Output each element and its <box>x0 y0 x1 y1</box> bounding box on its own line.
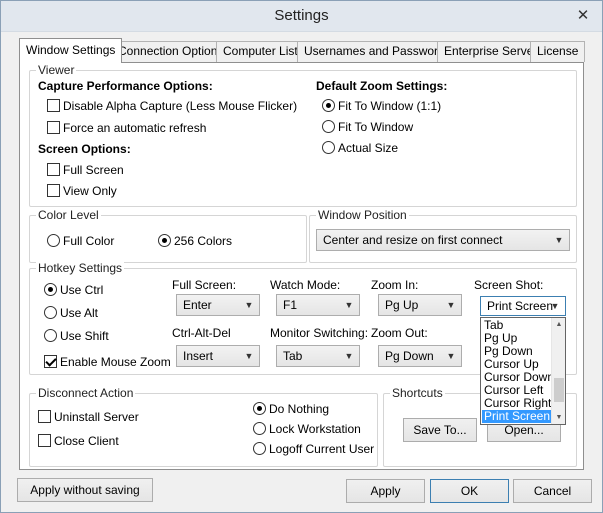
window-position-select[interactable]: Center and resize on first connect ▼ <box>316 229 570 251</box>
fit-to-window-1-1-radio[interactable] <box>322 99 335 112</box>
tab-license[interactable]: License <box>530 41 586 62</box>
screen-options-heading: Screen Options: <box>38 142 131 156</box>
ctrl-alt-del-value: Insert <box>183 349 214 363</box>
256-colors-radio[interactable] <box>158 234 171 247</box>
monitor-switching-label: Monitor Switching: <box>270 326 369 340</box>
watch-mode-label: Watch Mode: <box>270 278 341 292</box>
hotkey-settings-group-label: Hotkey Settings <box>36 261 125 275</box>
apply-without-saving-button[interactable]: Apply without saving <box>17 478 153 502</box>
full-color-radio[interactable] <box>47 234 60 247</box>
chevron-down-icon: ▼ <box>244 300 254 310</box>
chevron-down-icon: ▼ <box>344 351 354 361</box>
scrollbar-thumb[interactable] <box>554 378 564 402</box>
256-colors-label: 256 Colors <box>174 234 233 248</box>
uninstall-server-label: Uninstall Server <box>54 410 139 424</box>
use-ctrl-label: Use Ctrl <box>60 283 104 297</box>
cancel-button[interactable]: Cancel <box>513 479 592 503</box>
lock-workstation-label: Lock Workstation <box>269 422 361 436</box>
use-shift-radio[interactable] <box>44 329 57 342</box>
disable-alpha-capture-label: Disable Alpha Capture (Less Mouse Flicke… <box>63 99 298 113</box>
ok-button[interactable]: OK <box>430 479 509 503</box>
disable-alpha-capture-checkbox[interactable] <box>47 99 60 112</box>
save-to-button[interactable]: Save To... <box>403 418 477 442</box>
screen-shot-dropdown-list[interactable]: Tab Pg Up Pg Down Cursor Up Cursor Down … <box>480 317 566 425</box>
monitor-switching-select[interactable]: Tab ▼ <box>276 345 360 367</box>
screen-shot-select[interactable]: Print Screen ▼ <box>480 296 566 316</box>
zoom-in-select[interactable]: Pg Up ▼ <box>378 294 462 316</box>
zoom-in-label: Zoom In: <box>371 278 419 292</box>
full-screen-checkbox[interactable] <box>47 163 60 176</box>
window-position-group-label: Window Position <box>316 208 409 222</box>
close-client-label: Close Client <box>54 434 119 448</box>
window-title: Settings <box>274 7 329 24</box>
use-alt-label: Use Alt <box>60 306 99 320</box>
full-color-label: Full Color <box>63 234 115 248</box>
color-level-group-label: Color Level <box>36 208 101 222</box>
view-only-checkbox[interactable] <box>47 184 60 197</box>
full-screen-hotkey-label: Full Screen: <box>172 278 237 292</box>
chevron-down-icon: ▼ <box>550 301 560 311</box>
full-screen-hotkey-value: Enter <box>183 298 212 312</box>
ctrl-alt-del-label: Ctrl-Alt-Del <box>172 326 231 340</box>
lock-workstation-radio[interactable] <box>253 422 266 435</box>
actual-size-label: Actual Size <box>338 141 399 155</box>
use-ctrl-radio[interactable] <box>44 283 57 296</box>
chevron-down-icon: ▼ <box>244 351 254 361</box>
actual-size-radio[interactable] <box>322 141 335 154</box>
chevron-down-icon: ▼ <box>446 351 456 361</box>
viewer-group-label: Viewer <box>36 63 77 77</box>
do-nothing-radio[interactable] <box>253 402 266 415</box>
capture-performance-heading: Capture Performance Options: <box>38 79 213 93</box>
tab-window-settings[interactable]: Window Settings <box>19 38 123 63</box>
use-shift-label: Use Shift <box>60 329 109 343</box>
force-refresh-checkbox[interactable] <box>47 121 60 134</box>
uninstall-server-checkbox[interactable] <box>38 410 51 423</box>
shortcuts-group-label: Shortcuts <box>390 386 445 400</box>
watch-mode-select[interactable]: F1 ▼ <box>276 294 360 316</box>
chevron-down-icon: ▼ <box>554 235 564 245</box>
scroll-up-icon[interactable]: ▲ <box>552 318 566 331</box>
monitor-switching-value: Tab <box>283 349 303 363</box>
default-zoom-heading: Default Zoom Settings: <box>316 79 448 93</box>
enable-mouse-zoom-label: Enable Mouse Zoom <box>60 355 171 369</box>
close-client-checkbox[interactable] <box>38 434 51 447</box>
watch-mode-value: F1 <box>283 298 298 312</box>
full-screen-label: Full Screen <box>63 163 124 177</box>
fit-to-window-label: Fit To Window <box>338 120 414 134</box>
close-icon[interactable]: ✕ <box>572 6 594 26</box>
screen-shot-value: Print Screen <box>487 299 554 313</box>
fit-to-window-radio[interactable] <box>322 120 335 133</box>
do-nothing-label: Do Nothing <box>269 402 330 416</box>
chevron-down-icon: ▼ <box>446 300 456 310</box>
dropdown-option-selected[interactable]: Print Screen <box>482 410 552 423</box>
zoom-in-value: Pg Up <box>385 298 419 312</box>
ctrl-alt-del-select[interactable]: Insert ▼ <box>176 345 260 367</box>
disconnect-action-group-label: Disconnect Action <box>36 386 136 400</box>
tab-connection-options[interactable]: Connection Options <box>111 41 231 62</box>
use-alt-radio[interactable] <box>44 306 57 319</box>
full-screen-hotkey-select[interactable]: Enter ▼ <box>176 294 260 316</box>
apply-button[interactable]: Apply <box>346 479 425 503</box>
force-refresh-label: Force an automatic refresh <box>63 121 207 135</box>
dropdown-scrollbar[interactable]: ▲ ▼ <box>551 318 565 424</box>
title-bar: Settings ✕ <box>1 1 602 32</box>
tab-enterprise-server[interactable]: Enterprise Server <box>437 41 545 62</box>
fit-to-window-1-1-label: Fit To Window (1:1) <box>338 99 442 113</box>
zoom-out-label: Zoom Out: <box>371 326 428 340</box>
window-position-value: Center and resize on first connect <box>323 233 503 247</box>
settings-window: Settings ✕ Window Settings Connection Op… <box>0 0 603 513</box>
zoom-out-select[interactable]: Pg Down ▼ <box>378 345 462 367</box>
tab-usernames-and-passwords[interactable]: Usernames and Passwords <box>297 41 458 62</box>
logoff-current-user-label: Logoff Current User <box>269 442 375 456</box>
zoom-out-value: Pg Down <box>385 349 434 363</box>
scroll-down-icon[interactable]: ▼ <box>552 411 566 424</box>
window-settings-panel: Viewer Capture Performance Options: Disa… <box>19 62 584 470</box>
view-only-label: View Only <box>63 184 117 198</box>
enable-mouse-zoom-checkbox[interactable] <box>44 355 57 368</box>
chevron-down-icon: ▼ <box>344 300 354 310</box>
logoff-current-user-radio[interactable] <box>253 442 266 455</box>
screen-shot-label: Screen Shot: <box>474 278 544 292</box>
